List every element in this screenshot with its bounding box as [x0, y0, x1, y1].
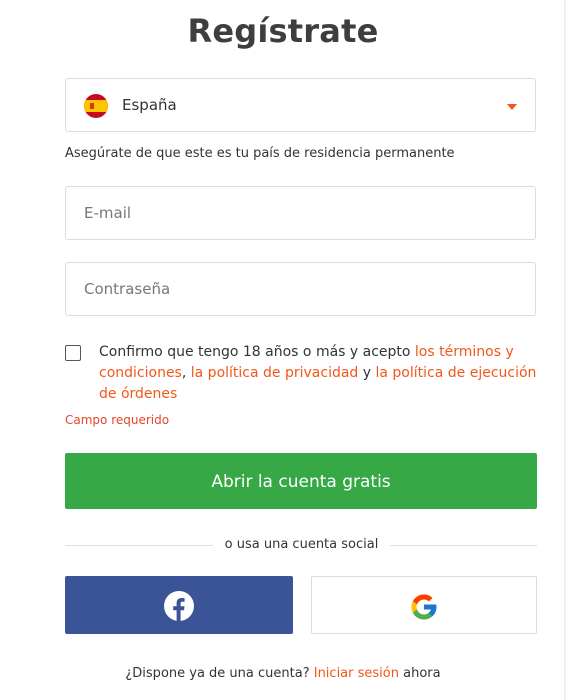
facebook-login-button[interactable] — [65, 576, 293, 634]
consent-label: Confirmo que tengo 18 años o más y acept… — [99, 344, 415, 360]
login-link[interactable]: Iniciar sesión — [314, 666, 399, 681]
divider-line-right — [390, 545, 537, 546]
login-question: ¿Dispone ya de una cuenta? — [125, 666, 314, 681]
spain-flag-icon — [84, 94, 108, 118]
email-field[interactable] — [84, 201, 514, 225]
social-divider-text: o usa una cuenta social — [224, 537, 379, 552]
google-login-button[interactable] — [311, 576, 537, 634]
registration-form: Regístrate España Asegúrate de que este … — [0, 0, 566, 700]
chevron-down-icon — [507, 104, 517, 110]
consent-and: y — [358, 365, 376, 381]
login-suffix: ahora — [398, 666, 441, 681]
google-icon — [411, 594, 437, 620]
password-field-container — [65, 262, 536, 316]
consent-comma: , — [181, 365, 191, 381]
privacy-policy-link[interactable]: la política de privacidad — [191, 365, 359, 381]
open-account-button[interactable]: Abrir la cuenta gratis — [65, 453, 537, 509]
country-value: España — [122, 96, 177, 114]
consent-checkbox[interactable] — [65, 345, 81, 361]
consent-error: Campo requerido — [65, 413, 170, 427]
country-select[interactable]: España — [65, 78, 536, 132]
password-field[interactable] — [84, 277, 514, 301]
divider-line-left — [65, 545, 213, 546]
login-prompt: ¿Dispone ya de una cuenta? Iniciar sesió… — [0, 666, 566, 681]
country-hint: Asegúrate de que este es tu país de resi… — [65, 146, 455, 161]
email-field-container — [65, 186, 536, 240]
page-title: Regístrate — [187, 12, 379, 50]
consent-text: Confirmo que tengo 18 años o más y acept… — [99, 342, 539, 405]
facebook-icon — [164, 591, 194, 621]
